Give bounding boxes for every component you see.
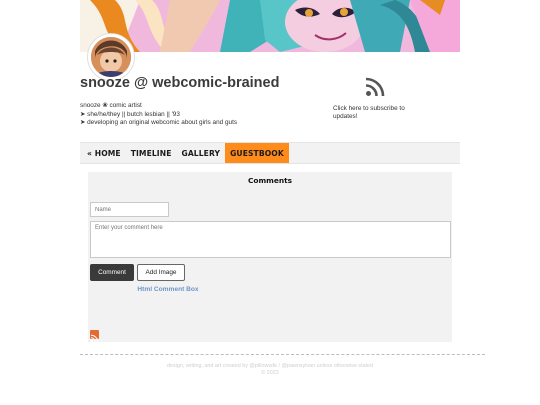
comments-panel: Comments Comment Add Image Html Comment … [88, 172, 452, 343]
bio-line: ➤ developing an original webcomic about … [80, 119, 238, 126]
subscribe-link[interactable]: Click here to subscribe to updates! [333, 105, 428, 121]
nav-item-gallery[interactable]: GALLERY [176, 143, 225, 163]
comments-title: Comments [247, 176, 293, 185]
page-title: snooze @ webcomic-brained [80, 75, 280, 91]
footer-credit: design, writing, and art created by @pil… [166, 363, 373, 369]
footer-divider [80, 354, 485, 355]
rss-icon[interactable] [365, 77, 385, 97]
html-comment-box-link[interactable]: Html Comment Box [137, 286, 198, 293]
banner-illustration [80, 0, 460, 52]
bio-line: ➤ she/he/they || butch lesbian || '93 [80, 110, 180, 118]
nav-item-timeline[interactable]: TIMELINE [126, 143, 177, 163]
nav-item-guestbook[interactable]: GUESTBOOK [225, 143, 289, 163]
comment-textarea[interactable] [90, 221, 451, 258]
rss-icon[interactable] [90, 330, 99, 343]
bio: snooze ❀ comic artist ➤ she/he/they || b… [80, 102, 237, 128]
main-nav: « HOME TIMELINE GALLERY GUESTBOOK [80, 142, 460, 164]
footer: design, writing, and art created by @pil… [0, 363, 540, 377]
bio-line: snooze ❀ comic artist [80, 102, 142, 109]
header-banner [80, 0, 460, 52]
avatar-image [91, 37, 131, 77]
comment-button[interactable]: Comment [90, 264, 134, 281]
rss-icon-glyph [90, 334, 99, 343]
add-image-button[interactable]: Add Image [137, 264, 185, 281]
name-field[interactable] [90, 202, 169, 217]
nav-item-home[interactable]: « HOME [82, 143, 126, 163]
powered-by: Html Comment Box [88, 286, 248, 293]
avatar[interactable] [88, 34, 134, 80]
footer-copyright: © 2023 [261, 370, 279, 376]
